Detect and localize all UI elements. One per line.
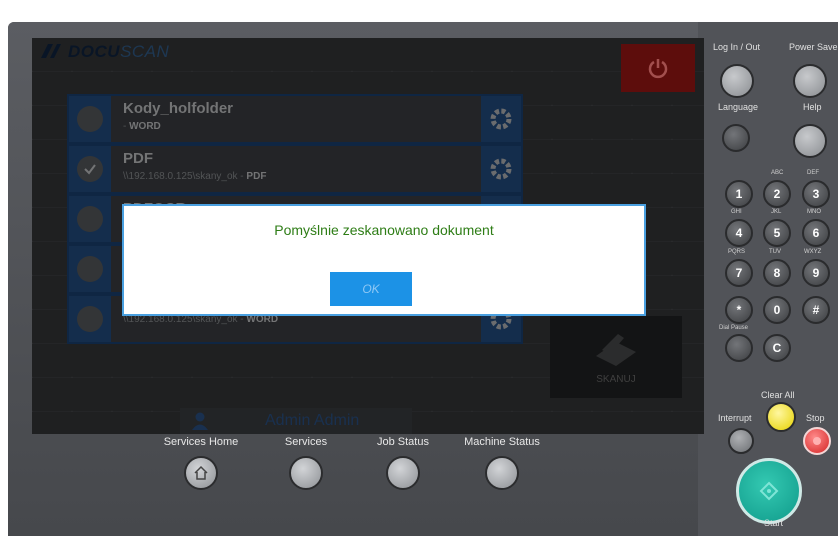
clear-all-label: Clear All [761,390,795,400]
key-2[interactable]: 2 [763,180,791,208]
ok-button[interactable]: OK [330,272,412,306]
key-5[interactable]: 5 [763,219,791,247]
power-saver-label: Power Saver [789,42,838,52]
language-label: Language [718,102,759,112]
key-5-letters: JKL [771,209,782,215]
key-7-letters: PQRS [728,249,746,255]
services-round-button [289,456,323,490]
services-label: Services [284,436,328,448]
key-8[interactable]: 8 [763,259,791,287]
job-status-label: Job Status [377,436,429,448]
key-9-letters: WXYZ [804,249,822,255]
log-in-out-label: Log In / Out [713,42,761,52]
help-label: Help [803,102,822,112]
key-3[interactable]: 3 [802,180,830,208]
language-button[interactable] [722,124,750,152]
dialog-message: Pomyślnie zeskanowano dokument [274,222,494,238]
touch-screen: DOCUSCAN Kody_holfolder - WORD PDF \\192… [32,38,704,434]
key-6-letters: MNO [807,209,821,215]
c-key[interactable]: C [763,334,791,362]
job-status-button[interactable]: Job Status [353,436,453,498]
printer-panel: DOCUSCAN Kody_holfolder - WORD PDF \\192… [8,22,838,536]
start-icon [759,481,779,501]
key-hash[interactable]: # [802,296,830,324]
interrupt-button[interactable] [728,428,754,454]
key-4-letters: GHI [731,209,742,215]
key-2-letters: ABC [771,170,784,176]
key-9[interactable]: 9 [802,259,830,287]
start-label: Start [764,518,784,528]
interrupt-label: Interrupt [718,413,752,423]
services-button[interactable]: Services [256,436,356,498]
clear-all-button[interactable] [766,402,796,432]
start-button[interactable] [736,458,802,524]
machine-status-label: Machine Status [464,436,540,448]
key-3-letters: DEF [807,170,819,176]
machine-status-button[interactable]: Machine Status [452,436,552,498]
key-4[interactable]: 4 [725,219,753,247]
machine-status-round-button [485,456,519,490]
key-8-letters: TUV [769,249,781,255]
key-6[interactable]: 6 [802,219,830,247]
key-0[interactable]: 0 [763,296,791,324]
stop-button[interactable] [803,427,831,455]
home-icon [184,456,218,490]
key-1[interactable]: 1 [725,180,753,208]
success-dialog: Pomyślnie zeskanowano dokument OK [122,204,646,316]
stop-icon [813,437,821,445]
key-star[interactable]: * [725,296,753,324]
dial-pause-label: Dial Pause [719,325,749,331]
log-in-out-button[interactable] [720,64,754,98]
services-home-button[interactable]: Services Home [151,436,251,498]
job-status-round-button [386,456,420,490]
dial-pause-button[interactable] [725,334,753,362]
power-saver-button[interactable] [793,64,827,98]
stop-label: Stop [806,413,825,423]
key-7[interactable]: 7 [725,259,753,287]
services-home-label: Services Home [163,436,239,448]
help-button[interactable] [793,124,827,158]
